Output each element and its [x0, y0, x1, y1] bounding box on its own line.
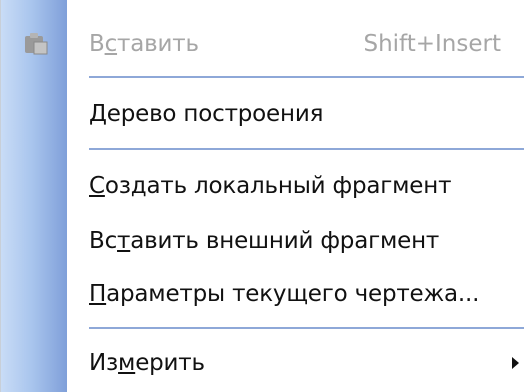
paste-icon: [25, 33, 48, 55]
menu-item-create-local-fragment[interactable]: Создать локальный фрагмент: [1, 160, 524, 212]
mnemonic-letter: м: [118, 350, 136, 376]
menu-item-drawing-parameters-label: Параметры текущего чертежа...: [89, 281, 479, 307]
menu-item-paste[interactable]: Вставить Shift+Insert: [1, 18, 524, 70]
menu-item-drawing-parameters[interactable]: Параметры текущего чертежа...: [1, 268, 524, 320]
menu-item-create-local-fragment-label: Создать локальный фрагмент: [89, 173, 451, 199]
menu-item-label-text: Параметры текущего чертежа...: [89, 281, 480, 307]
menu-item-insert-external-fragment-label: Вставить внешний фрагмент: [89, 228, 439, 254]
menu-separator: [89, 76, 524, 78]
submenu-arrow-icon: [512, 357, 519, 369]
menu-item-paste-shortcut: Shift+Insert: [363, 31, 501, 57]
mnemonic-letter: с: [104, 31, 118, 57]
mnemonic-letter: С: [89, 173, 105, 199]
menu-item-label-text: Вставить: [89, 31, 199, 57]
menu-item-build-tree-label: Дерево построения: [89, 101, 323, 127]
menu-item-label-text: Вставить внешний фрагмент: [89, 228, 440, 254]
menu-item-measure[interactable]: Измерить: [1, 337, 524, 389]
menu-item-paste-label: Вставить: [89, 31, 199, 57]
menu-item-label-text: Дерево построения: [89, 101, 324, 127]
menu-item-build-tree[interactable]: Дерево построения: [1, 88, 524, 140]
menu-separator: [89, 148, 524, 150]
menu-item-label-text: Измерить: [89, 350, 205, 376]
mnemonic-letter: т: [117, 228, 131, 254]
menu-item-label-text: Создать локальный фрагмент: [89, 173, 452, 199]
menu-item-measure-label: Измерить: [89, 350, 205, 376]
mnemonic-letter: П: [89, 281, 107, 307]
context-menu: Вставить Shift+Insert Дерево построения …: [0, 0, 524, 392]
mnemonic-letter: Д: [89, 101, 107, 127]
menu-item-insert-external-fragment[interactable]: Вставить внешний фрагмент: [1, 215, 524, 267]
menu-separator: [89, 327, 524, 329]
